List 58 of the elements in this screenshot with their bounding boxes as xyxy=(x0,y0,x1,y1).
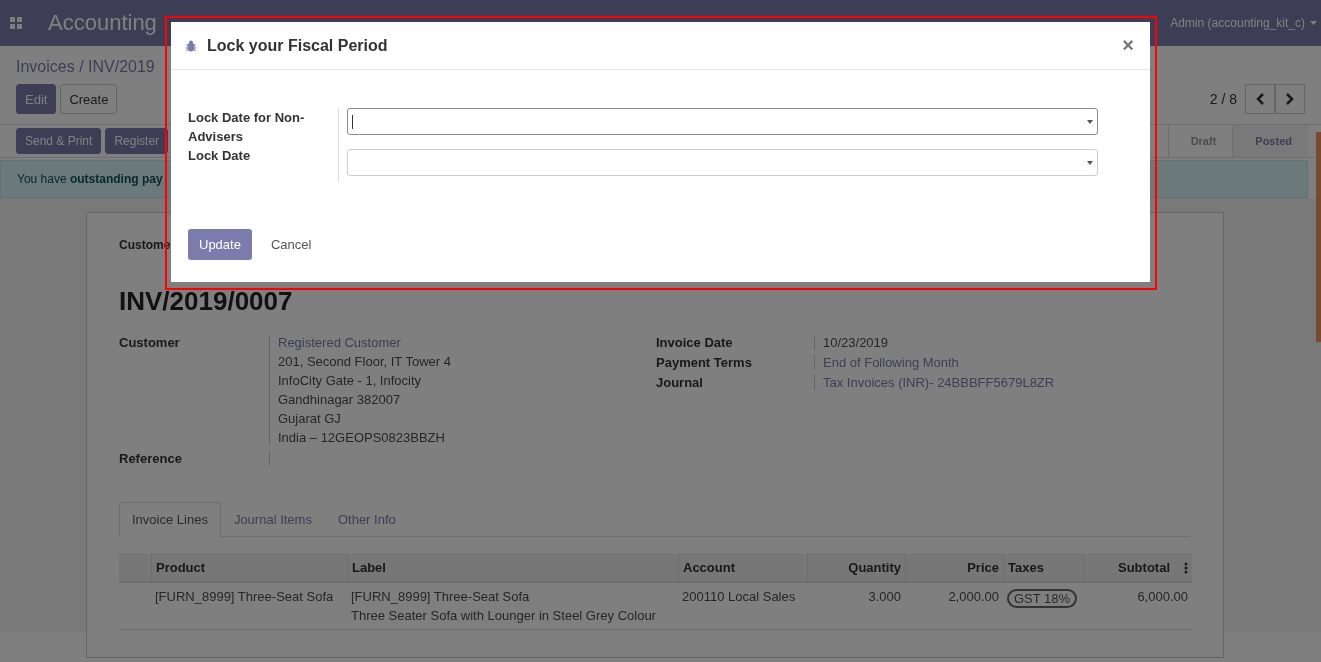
pager-count: 2 / 8 xyxy=(1209,91,1237,107)
table-cell: 2,000.00 xyxy=(905,583,1003,630)
notebook-tab[interactable]: Journal Items xyxy=(220,502,325,537)
bug-icon xyxy=(185,39,197,52)
column-header[interactable]: Product xyxy=(151,553,347,583)
field-label: Reference xyxy=(119,451,183,466)
address-line: 201, Second Floor, IT Tower 4 xyxy=(278,354,452,369)
column-header[interactable]: Price xyxy=(905,553,1003,583)
next-button[interactable] xyxy=(1275,84,1305,114)
field-link[interactable]: End of Following Month xyxy=(823,355,1190,370)
update-button[interactable]: Update xyxy=(188,229,252,260)
address-line: Gandhinagar 382007 xyxy=(278,392,402,407)
table-cell: 6,000.00 xyxy=(1083,583,1192,630)
field-label: Payment Terms xyxy=(656,355,753,370)
date-field[interactable] xyxy=(347,108,1098,135)
chevron-right-icon xyxy=(1286,93,1294,105)
tax-tag: GST 18% xyxy=(1007,589,1078,608)
status-step[interactable]: Posted xyxy=(1232,125,1308,157)
line-label: Three Seater Sofa with Lounger in Steel Grey Colour xyxy=(351,608,657,623)
date-field[interactable] xyxy=(347,149,1098,176)
table-cell: 3.000 xyxy=(807,583,905,630)
edit-button[interactable]: Edit xyxy=(16,84,57,114)
address-line: India – 12GEOPS0823BBZH xyxy=(278,430,446,445)
column-header[interactable]: Account xyxy=(678,553,807,583)
invoice-number: INV/2019/0007 xyxy=(119,286,294,317)
app-name[interactable]: Accounting xyxy=(48,10,157,36)
address-line: InfoCity Gate - 1, Infocity xyxy=(278,373,423,388)
previous-button[interactable] xyxy=(1245,84,1275,114)
dropdown-icon xyxy=(1087,119,1093,124)
field-label: Lock Date for Non-Advisers xyxy=(188,109,306,146)
caret-icon[interactable] xyxy=(1310,21,1317,25)
field-label: Journal xyxy=(656,375,704,390)
scrollbar-thumb[interactable] xyxy=(1316,132,1321,342)
apps-grid-icon[interactable] xyxy=(10,17,22,29)
close-button[interactable]: × xyxy=(1118,34,1138,57)
field-label: Customer xyxy=(119,335,181,352)
field-value: 10/23/2019 xyxy=(823,335,890,350)
column-header[interactable]: Taxes xyxy=(1003,553,1083,583)
chevron-left-icon xyxy=(1256,93,1264,105)
address-line: Gujarat GJ xyxy=(278,411,342,426)
line-label: [FURN_8999] Three-Seat Sofa xyxy=(351,589,531,604)
dialog-title: Lock your Fiscal Period xyxy=(207,36,388,55)
notebook-tab[interactable]: Invoice Lines xyxy=(119,502,221,537)
field-label: Invoice Date xyxy=(656,335,734,350)
field-link[interactable]: Tax Invoices (INR)- 24BBBFF5679L8ZR xyxy=(823,375,1190,390)
table-cell: [FURN_8999] Three-Seat Sofa xyxy=(151,583,347,630)
column-header[interactable]: Label xyxy=(347,553,678,583)
customer-link[interactable]: Registered Customer xyxy=(278,335,656,350)
column-header[interactable]: Quantity xyxy=(807,553,905,583)
dropdown-icon xyxy=(1087,160,1093,165)
notebook-tab[interactable]: Other Info xyxy=(324,502,409,537)
kebab-menu-icon[interactable] xyxy=(1184,561,1188,574)
cancel-button[interactable]: Cancel xyxy=(259,229,323,260)
action-button[interactable]: Send & Print xyxy=(16,128,102,154)
table-cell: 200110 Local Sales xyxy=(678,583,807,630)
user-menu[interactable]: Admin (accounting_kit_c) xyxy=(1170,16,1305,30)
create-button[interactable]: Create xyxy=(60,84,118,114)
action-button[interactable]: Register xyxy=(105,128,169,154)
